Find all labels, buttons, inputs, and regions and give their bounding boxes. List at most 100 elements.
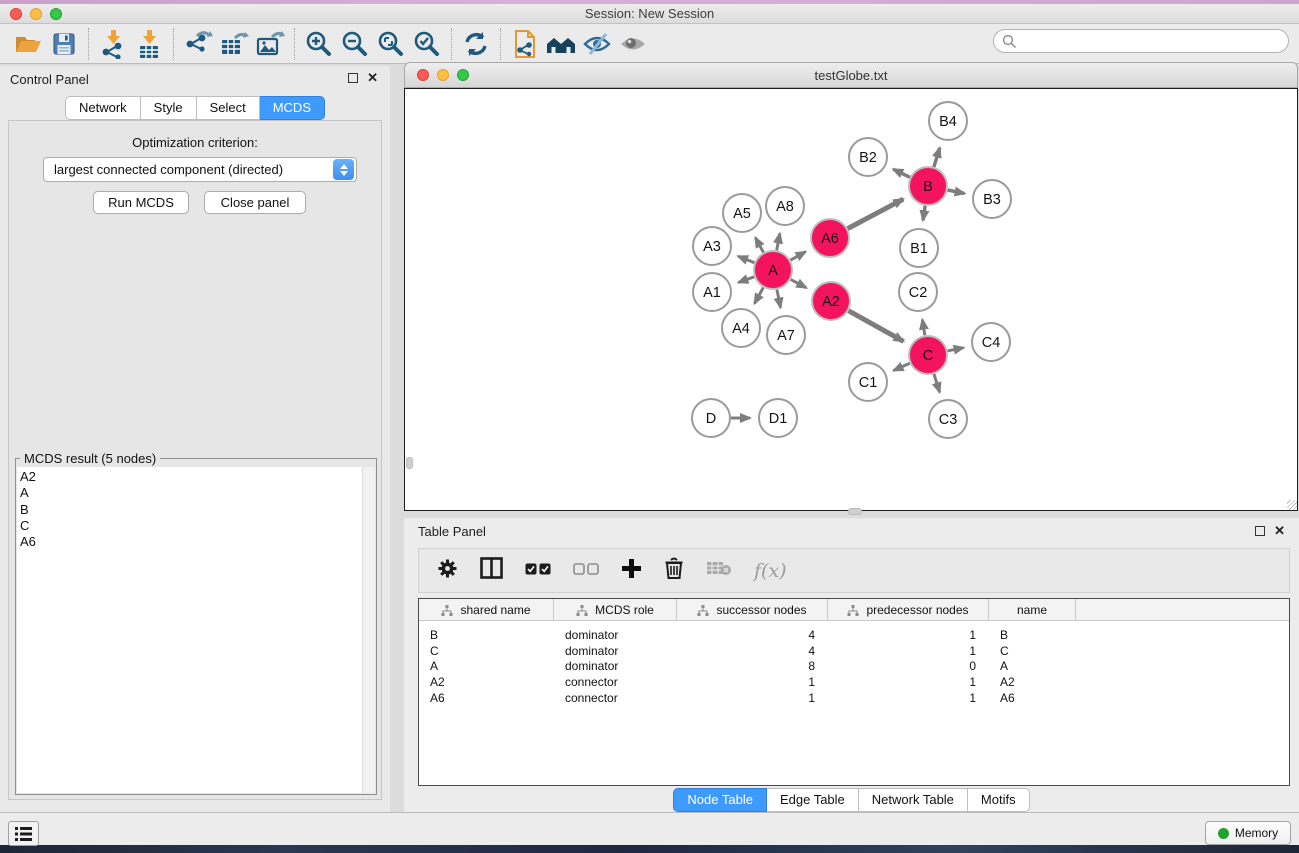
tab-network[interactable]: Network — [65, 96, 141, 120]
cell-successor-nodes[interactable]: 4 — [677, 644, 828, 658]
refresh-layout-button[interactable] — [458, 27, 494, 61]
cell-predecessor-nodes[interactable]: 1 — [828, 691, 989, 705]
network-minimize-button[interactable] — [437, 69, 449, 81]
mcds-result-item[interactable]: B — [20, 502, 362, 518]
edge-A6-B[interactable] — [848, 199, 904, 229]
cell-shared-name[interactable]: A2 — [419, 675, 554, 689]
mcds-result-item[interactable]: A — [20, 485, 362, 501]
cell-mcds-role[interactable]: connector — [554, 675, 677, 689]
cell-name[interactable]: C — [989, 644, 1076, 658]
cell-shared-name[interactable]: A6 — [419, 691, 554, 705]
edge-C-C3[interactable] — [934, 374, 940, 392]
mcds-result-item[interactable]: A2 — [20, 469, 362, 485]
zoom-window-button[interactable] — [50, 8, 62, 20]
edge-B-B3[interactable] — [948, 190, 965, 193]
cell-predecessor-nodes[interactable]: 1 — [828, 675, 989, 689]
edge-A-A6[interactable] — [790, 252, 805, 261]
cell-successor-nodes[interactable]: 8 — [677, 659, 828, 673]
settings-gear-button[interactable] — [437, 558, 458, 584]
select-all-button[interactable] — [525, 562, 551, 580]
table-row[interactable]: Bdominator41B — [419, 627, 1289, 643]
new-network-from-selection-button[interactable] — [507, 27, 543, 61]
column-header-mcds-role[interactable]: MCDS role — [554, 599, 677, 621]
export-image-button[interactable] — [252, 27, 288, 61]
edge-C-C2[interactable] — [922, 320, 924, 336]
edge-A-A1[interactable] — [738, 277, 754, 283]
tab-network-table[interactable]: Network Table — [859, 788, 968, 812]
network-zoom-button[interactable] — [457, 69, 469, 81]
tab-select[interactable]: Select — [197, 96, 260, 120]
cell-successor-nodes[interactable]: 4 — [677, 628, 828, 642]
table-row[interactable]: Cdominator41C — [419, 643, 1289, 659]
export-table-button[interactable] — [216, 27, 252, 61]
edge-B-B2[interactable] — [893, 169, 910, 177]
edge-A-A3[interactable] — [738, 256, 754, 262]
save-session-button[interactable] — [46, 27, 82, 61]
search-input[interactable] — [993, 29, 1289, 53]
mcds-result-item[interactable]: C — [20, 518, 362, 534]
edge-A2-C[interactable] — [848, 311, 903, 342]
close-panel-button[interactable]: Close panel — [204, 191, 306, 214]
close-window-button[interactable] — [10, 8, 22, 20]
edge-A-A7[interactable] — [777, 290, 781, 308]
memory-button[interactable]: Memory — [1205, 821, 1291, 845]
network-horizontal-scrollbar[interactable] — [848, 508, 862, 515]
add-row-button[interactable] — [621, 558, 642, 584]
edge-A-A2[interactable] — [791, 279, 807, 287]
hide-selected-button[interactable] — [579, 27, 615, 61]
cell-mcds-role[interactable]: dominator — [554, 659, 677, 673]
close-panel-icon[interactable]: ✕ — [367, 73, 378, 83]
export-network-button[interactable] — [180, 27, 216, 61]
cell-mcds-role[interactable]: dominator — [554, 628, 677, 642]
mcds-result-list[interactable]: A2ABCA6 — [17, 467, 362, 793]
cell-name[interactable]: A2 — [989, 675, 1076, 689]
cell-name[interactable]: A — [989, 659, 1076, 673]
table-row[interactable]: A6connector11A6 — [419, 690, 1289, 706]
delete-button[interactable] — [664, 557, 684, 585]
cell-mcds-role[interactable]: connector — [554, 691, 677, 705]
tab-edge-table[interactable]: Edge Table — [767, 788, 859, 812]
column-header-successor-nodes[interactable]: successor nodes — [677, 599, 828, 621]
mcds-result-item[interactable]: A6 — [20, 534, 362, 550]
cell-successor-nodes[interactable]: 1 — [677, 675, 828, 689]
cell-shared-name[interactable]: A — [419, 659, 554, 673]
edge-A-A8[interactable] — [777, 234, 780, 251]
tab-motifs[interactable]: Motifs — [968, 788, 1030, 812]
zoom-in-button[interactable] — [301, 27, 337, 61]
network-resize-grip[interactable] — [1287, 500, 1297, 510]
deselect-all-button[interactable] — [573, 562, 599, 580]
cell-shared-name[interactable]: B — [419, 628, 554, 642]
network-canvas[interactable]: B4B2BB3A5A8A6A3B1AA1C2A2A4A7C4CC1C3DD1 — [404, 88, 1298, 511]
edge-B-B1[interactable] — [923, 206, 925, 220]
cell-predecessor-nodes[interactable]: 1 — [828, 644, 989, 658]
node-table[interactable]: shared nameMCDS rolesuccessor nodesprede… — [418, 598, 1290, 786]
first-neighbors-button[interactable] — [543, 27, 579, 61]
edge-C-C4[interactable] — [948, 348, 964, 351]
network-vertical-scrollbar[interactable] — [406, 457, 413, 469]
cell-predecessor-nodes[interactable]: 0 — [828, 659, 989, 673]
cell-name[interactable]: A6 — [989, 691, 1076, 705]
float-table-panel-icon[interactable] — [1255, 526, 1265, 536]
cell-shared-name[interactable]: C — [419, 644, 554, 658]
edge-C-C1[interactable] — [894, 363, 910, 370]
show-columns-button[interactable] — [480, 557, 503, 584]
zoom-out-button[interactable] — [337, 27, 373, 61]
cell-predecessor-nodes[interactable]: 1 — [828, 628, 989, 642]
column-header-shared-name[interactable]: shared name — [419, 599, 554, 621]
column-header-predecessor-nodes[interactable]: predecessor nodes — [828, 599, 989, 621]
zoom-fit-button[interactable] — [373, 27, 409, 61]
tab-style[interactable]: Style — [141, 96, 197, 120]
cell-mcds-role[interactable]: dominator — [554, 644, 677, 658]
run-mcds-button[interactable]: Run MCDS — [93, 191, 189, 214]
network-close-button[interactable] — [417, 69, 429, 81]
close-table-panel-icon[interactable]: ✕ — [1274, 526, 1285, 536]
tab-node-table[interactable]: Node Table — [673, 788, 767, 812]
edge-B-B4[interactable] — [934, 148, 940, 167]
cell-successor-nodes[interactable]: 1 — [677, 691, 828, 705]
cell-name[interactable]: B — [989, 628, 1076, 642]
mcds-result-scrollbar[interactable] — [362, 467, 375, 793]
edge-A-A5[interactable] — [755, 238, 763, 253]
tab-mcds[interactable]: MCDS — [260, 96, 325, 120]
edge-A-A4[interactable] — [755, 288, 764, 304]
minimize-window-button[interactable] — [30, 8, 42, 20]
